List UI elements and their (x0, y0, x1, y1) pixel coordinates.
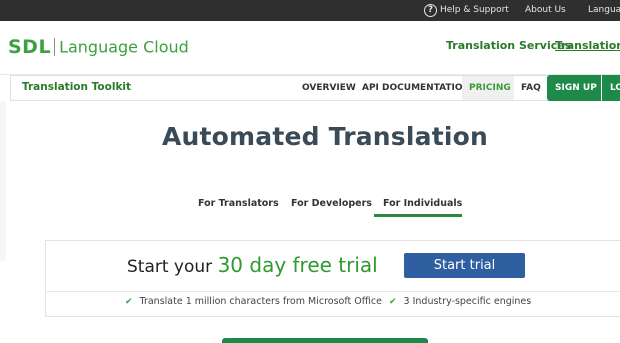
translation-toolkit-link[interactable]: Translation To (555, 39, 620, 52)
bottom-cta-button[interactable] (222, 338, 428, 343)
sdl-language-cloud-logo[interactable]: SDL Language Cloud (8, 36, 189, 60)
language-selector[interactable]: Language (588, 0, 620, 21)
nav-overview[interactable]: OVERVIEW (302, 76, 356, 100)
feature-label: 3 Industry-specific engines (403, 296, 532, 307)
trial-heading-highlight: 30 day free trial (217, 253, 378, 277)
nav-pricing[interactable]: PRICING (462, 76, 514, 100)
logo-product-text: Language Cloud (59, 37, 189, 57)
help-support-link[interactable]: Help & Support (440, 0, 509, 21)
panel-divider (46, 291, 620, 292)
feature-label: Translate 1 million characters from Micr… (139, 296, 383, 307)
trial-heading-prefix: Start your (127, 257, 218, 277)
feature-item: ✔ Translate 1 million characters from Mic… (125, 296, 382, 307)
logo-divider (54, 38, 56, 56)
nav-api-documentation[interactable]: API DOCUMENTATION (362, 76, 470, 100)
site-header: SDL Language Cloud Translation Services T… (0, 21, 620, 75)
check-icon: ✔ (125, 297, 133, 307)
check-icon: ✔ (389, 297, 397, 307)
log-in-button[interactable]: LOG (602, 75, 620, 101)
trial-heading: Start your 30 day free trial (127, 253, 378, 277)
product-subnav: Translation Toolkit OVERVIEW API DOCUMEN… (10, 75, 620, 101)
question-circle-icon[interactable]: ? (424, 4, 437, 17)
top-utility-bar: ? Help & Support About Us Language (0, 0, 620, 21)
tab-for-translators[interactable]: For Translators (198, 198, 279, 218)
logo-sdl-text: SDL (8, 36, 52, 58)
translation-services-link[interactable]: Translation Services (446, 39, 571, 52)
page-title: Automated Translation (161, 122, 488, 151)
feature-item: ✔ 3 Industry-specific engines (389, 296, 531, 307)
sign-up-button[interactable]: SIGN UP (547, 75, 601, 101)
product-name[interactable]: Translation Toolkit (22, 76, 131, 100)
about-us-link[interactable]: About Us (525, 0, 566, 21)
tab-for-developers[interactable]: For Developers (291, 198, 372, 218)
nav-faq[interactable]: FAQ (521, 76, 541, 100)
start-trial-button[interactable]: Start trial (404, 253, 525, 278)
active-tab-indicator (374, 214, 462, 217)
